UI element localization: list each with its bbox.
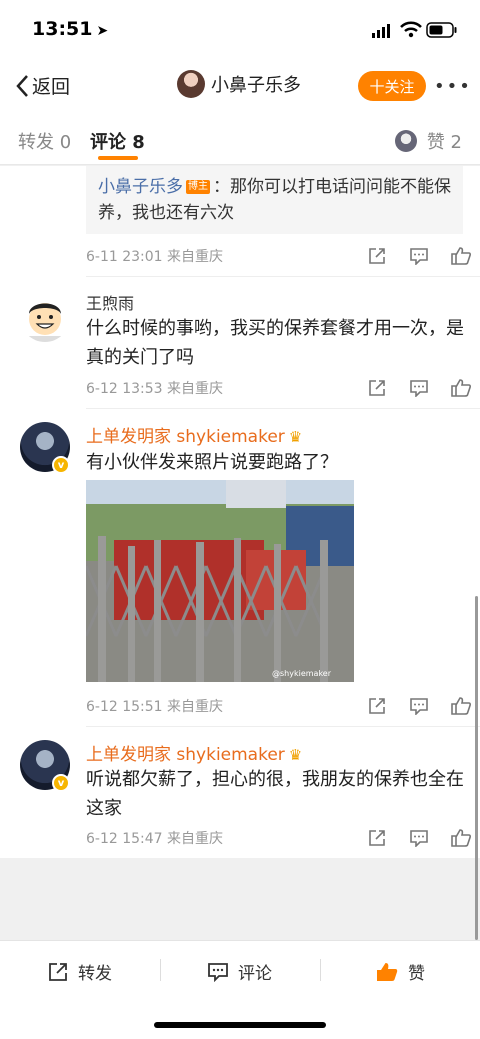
comment-actions (356, 245, 480, 267)
smiley-avatar-icon (29, 303, 61, 342)
comment-author-label: 上单发明家 shykiemaker (86, 745, 285, 765)
forward-label: 转发 (78, 964, 112, 984)
like-icon[interactable] (440, 827, 480, 849)
comment-icon[interactable] (398, 695, 440, 717)
crown-icon: ♛ (288, 428, 303, 446)
like-button[interactable]: 赞 (376, 959, 425, 984)
comment-text: 有小伙伴发来照片说要跑路了？ (86, 452, 338, 473)
tab-comment[interactable]: 评论 8 (90, 128, 145, 154)
comment-meta: 6-12 13:53 来自重庆 (86, 381, 224, 397)
location-arrow-icon: ➤ (96, 23, 109, 39)
divider (320, 959, 321, 981)
like-icon[interactable] (440, 245, 480, 267)
comment-author[interactable]: 上单发明家 shykiemaker ♛ (86, 740, 302, 765)
back-button[interactable]: 返回 (14, 72, 70, 99)
back-label: 返回 (32, 76, 71, 98)
avatar (177, 70, 205, 98)
like-icon[interactable] (440, 377, 480, 399)
reply-author[interactable]: 小鼻子乐多 (98, 177, 183, 197)
comment-actions (356, 827, 480, 849)
share-icon (49, 962, 67, 981)
share-icon[interactable] (356, 245, 398, 267)
comment-text: 什么时候的事哟，我买的保养套餐才用一次，是真的关门了吗 (86, 318, 464, 368)
status-bar: 13:51 ➤ (0, 0, 480, 60)
tab-bar: 转发 0 评论 8 赞 2 (0, 112, 480, 165)
share-icon[interactable] (356, 827, 398, 849)
navbar: 返回 小鼻子乐多 十关注 ••• (0, 60, 480, 112)
comment-icon[interactable] (398, 245, 440, 267)
tab-like-label: 赞 2 (426, 132, 462, 153)
comment-icon (208, 962, 228, 982)
share-icon[interactable] (356, 377, 398, 399)
verified-icon: v (52, 456, 70, 474)
like-label: 赞 (408, 964, 425, 984)
comment-meta: 6-11 23:01 来自重庆 (86, 249, 224, 265)
comment-photo[interactable]: @shykiemaker (86, 480, 354, 682)
photo-building (226, 480, 286, 508)
tab-indicator (98, 156, 138, 160)
avatar (394, 130, 417, 152)
like-icon (377, 962, 398, 981)
battery-icon (426, 22, 457, 38)
divider (86, 276, 480, 277)
comment-list: 小鼻子乐多 博主 ：那你可以打电话问问能不能保养，我也还有六次 6-11 23:01… (0, 166, 480, 858)
tab-forward[interactable]: 转发 0 (18, 128, 71, 154)
comment-icon[interactable] (398, 377, 440, 399)
status-time: 13:51 ➤ (32, 18, 109, 40)
comment-actions (356, 377, 480, 399)
page-title: 小鼻子乐多 (211, 75, 301, 96)
comment-actions (356, 695, 480, 717)
author-badge: 博主 (186, 180, 210, 194)
tab-like[interactable]: 赞 2 (394, 128, 462, 154)
comment-button[interactable]: 评论 (208, 959, 272, 984)
signal-icon (372, 24, 390, 38)
divider (86, 726, 480, 727)
divider (160, 959, 161, 981)
like-icon[interactable] (440, 695, 480, 717)
scrollbar[interactable] (475, 596, 478, 940)
comment-label: 评论 (238, 964, 272, 984)
more-icon[interactable]: ••• (434, 76, 472, 97)
quoted-reply[interactable]: 小鼻子乐多 博主 ：那你可以打电话问问能不能保养，我也还有六次 (86, 166, 463, 234)
verified-icon: v (52, 774, 70, 792)
comment-author[interactable]: 上单发明家 shykiemaker ♛ (86, 422, 302, 447)
crown-icon: ♛ (288, 746, 303, 764)
nav-profile[interactable]: 小鼻子乐多 (177, 70, 301, 98)
wifi-icon (400, 21, 422, 38)
home-indicator[interactable] (154, 1022, 326, 1028)
comment-author-label: 上单发明家 shykiemaker (86, 427, 285, 447)
comment-author[interactable]: 王煦雨 (86, 290, 134, 314)
share-icon[interactable] (356, 695, 398, 717)
divider (86, 408, 480, 409)
avatar[interactable] (20, 292, 70, 342)
comment-icon[interactable] (398, 827, 440, 849)
comment-meta: 6-12 15:51 来自重庆 (86, 699, 224, 715)
comment-text: 听说都欠薪了，担心的很，我朋友的保养也全在这家 (86, 769, 464, 819)
comment-meta: 6-12 15:47 来自重庆 (86, 831, 224, 847)
forward-button[interactable]: 转发 (48, 959, 112, 984)
back-chevron-icon (16, 74, 28, 97)
follow-button[interactable]: 十关注 (358, 71, 426, 101)
photo-watermark: @shykiemaker (272, 669, 332, 678)
photo-gate: @shykiemaker (86, 536, 332, 682)
